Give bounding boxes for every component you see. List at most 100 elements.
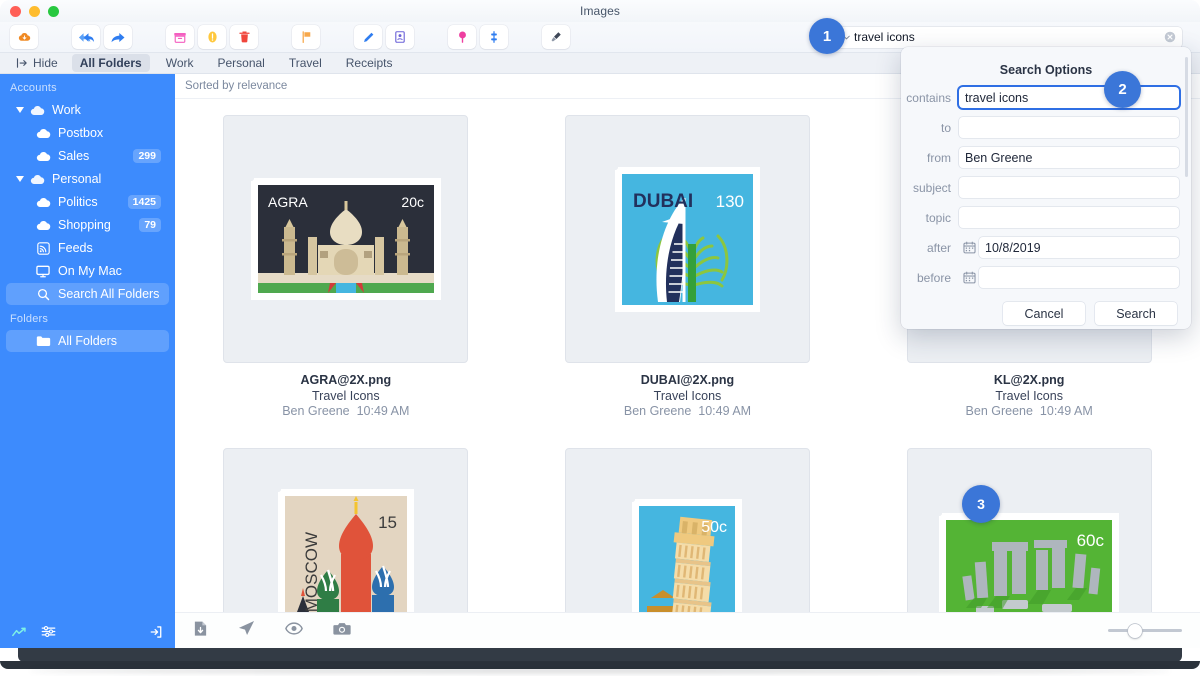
sidebar-section-accounts-header: Accounts xyxy=(0,80,175,98)
search-input[interactable]: travel icons xyxy=(822,27,1182,48)
archive-box-icon xyxy=(173,31,187,44)
sidebar-toggle-icon xyxy=(16,57,28,69)
after-date-input[interactable]: 10/8/2019 xyxy=(979,237,1179,258)
preview-eye-icon[interactable] xyxy=(285,622,303,640)
before-date-input[interactable] xyxy=(979,267,1179,288)
from-input[interactable]: Ben Greene xyxy=(959,147,1179,168)
sidebar-item-shopping[interactable]: Shopping 79 xyxy=(6,214,169,236)
sidebar-item-sales[interactable]: Sales 299 xyxy=(6,145,169,167)
stamp-agra: AGRA 20c xyxy=(251,178,441,300)
folder-tab-all-folders[interactable]: All Folders xyxy=(72,54,150,72)
unread-badge: 299 xyxy=(133,149,161,163)
thumbnail-size-slider[interactable] xyxy=(1108,629,1182,632)
forward-arrow-icon xyxy=(110,31,126,44)
folder-icon xyxy=(34,335,52,347)
sidebar-item-label: Work xyxy=(52,103,81,117)
calendar-icon[interactable] xyxy=(959,241,979,254)
clean-button[interactable] xyxy=(542,25,570,49)
step-marker-1: 1 xyxy=(809,18,845,54)
reply-all-button[interactable] xyxy=(72,25,100,49)
thumbnail-caption: KL@2X.png Travel Icons Ben Greene 10:49 … xyxy=(966,373,1093,420)
exclamation-circle-icon xyxy=(207,30,218,44)
disclosure-triangle-icon[interactable] xyxy=(16,107,24,113)
search-button[interactable]: Search xyxy=(1095,302,1177,325)
forward-button[interactable] xyxy=(104,25,132,49)
sidebar-item-on-my-mac[interactable]: On My Mac xyxy=(6,260,169,282)
thumbnail[interactable]: AGRA 20c xyxy=(223,115,468,363)
album-name: Travel Icons xyxy=(624,389,751,405)
delete-button[interactable] xyxy=(230,25,258,49)
sidebar-item-search-all-folders[interactable]: Search All Folders xyxy=(6,283,169,305)
sidebar-item-politics[interactable]: Politics 1425 xyxy=(6,191,169,213)
svg-text:MOSCOW: MOSCOW xyxy=(302,532,321,612)
sidebar-item-work[interactable]: Work xyxy=(6,99,169,121)
album-name: Travel Icons xyxy=(966,389,1093,405)
folder-tab-personal[interactable]: Personal xyxy=(209,54,272,72)
unread-badge: 79 xyxy=(139,218,161,232)
popover-scrollbar[interactable] xyxy=(1185,57,1188,177)
monitor-icon xyxy=(34,265,52,278)
grid-item[interactable]: AGRA 20c AGRA@2X.png Travel Icons Ben Gr… xyxy=(221,115,471,420)
sidebar-item-personal[interactable]: Personal xyxy=(6,168,169,190)
slider-knob[interactable] xyxy=(1128,624,1142,638)
laptop-base xyxy=(0,648,1200,676)
sidebar-item-label: Politics xyxy=(58,195,98,209)
topic-input[interactable] xyxy=(959,207,1179,228)
file-name: AGRA@2X.png xyxy=(282,373,409,389)
notes-button[interactable] xyxy=(386,25,414,49)
cloud-icon xyxy=(28,105,46,116)
compose-button[interactable] xyxy=(354,25,382,49)
save-file-icon[interactable] xyxy=(193,620,208,642)
slider-track[interactable] xyxy=(1108,629,1182,632)
sidebar-item-all-folders[interactable]: All Folders xyxy=(6,330,169,352)
search-field-after: after 10/8/2019 xyxy=(901,237,1179,258)
download-button[interactable] xyxy=(10,25,38,49)
sidebar-item-postbox[interactable]: Postbox xyxy=(6,122,169,144)
thumbnail[interactable]: DUBAI 130 xyxy=(565,115,810,363)
junk-button[interactable] xyxy=(198,25,226,49)
logout-icon[interactable] xyxy=(149,625,163,644)
cancel-button[interactable]: Cancel xyxy=(1003,302,1085,325)
filter-button[interactable] xyxy=(480,25,508,49)
svg-text:50c: 50c xyxy=(702,519,728,536)
file-meta: Ben Greene 10:49 AM xyxy=(624,404,751,420)
sidebar-item-label: Search All Folders xyxy=(58,287,159,301)
camera-icon[interactable] xyxy=(333,621,351,641)
app-window: Images xyxy=(0,0,1200,648)
hide-sidebar-button[interactable]: Hide xyxy=(10,56,64,70)
popover-actions: Cancel Search xyxy=(901,302,1179,325)
send-icon[interactable] xyxy=(238,620,255,641)
reply-all-icon xyxy=(78,31,94,44)
settings-sliders-icon[interactable] xyxy=(41,625,56,643)
archive-button[interactable] xyxy=(166,25,194,49)
window-title: Images xyxy=(0,4,1200,18)
folder-tab-receipts[interactable]: Receipts xyxy=(338,54,401,72)
subject-input[interactable] xyxy=(959,177,1179,198)
folder-tab-work[interactable]: Work xyxy=(158,54,202,72)
folder-tab-travel[interactable]: Travel xyxy=(281,54,330,72)
svg-text:15: 15 xyxy=(378,513,397,532)
flag-button[interactable] xyxy=(292,25,320,49)
search-field-before: before xyxy=(901,267,1179,288)
step-marker-2: 2 xyxy=(1104,71,1141,108)
search-field-from: from Ben Greene xyxy=(901,147,1179,168)
bottom-toolbar xyxy=(175,612,1200,648)
field-label: contains xyxy=(901,91,959,105)
to-input[interactable] xyxy=(959,117,1179,138)
sidebar-item-feeds[interactable]: Feeds xyxy=(6,237,169,259)
svg-text:20c: 20c xyxy=(401,194,424,210)
search-query-text: travel icons xyxy=(854,30,1160,44)
calendar-icon[interactable] xyxy=(959,271,979,284)
tag-button[interactable] xyxy=(448,25,476,49)
disclosure-triangle-icon[interactable] xyxy=(16,176,24,182)
search-field-subject: subject xyxy=(901,177,1179,198)
grid-item[interactable]: DUBAI 130 DUBAI@2X.png Travel Icons Ben … xyxy=(562,115,812,420)
hide-label: Hide xyxy=(33,56,58,70)
cloud-icon xyxy=(34,128,52,139)
activity-icon[interactable] xyxy=(12,625,27,643)
clear-circle-icon[interactable] xyxy=(1164,31,1176,43)
search-field-to: to xyxy=(901,117,1179,138)
contains-input[interactable]: travel icons xyxy=(959,87,1179,108)
file-meta: Ben Greene 10:49 AM xyxy=(966,404,1093,420)
search-area: travel icons xyxy=(813,27,1192,48)
